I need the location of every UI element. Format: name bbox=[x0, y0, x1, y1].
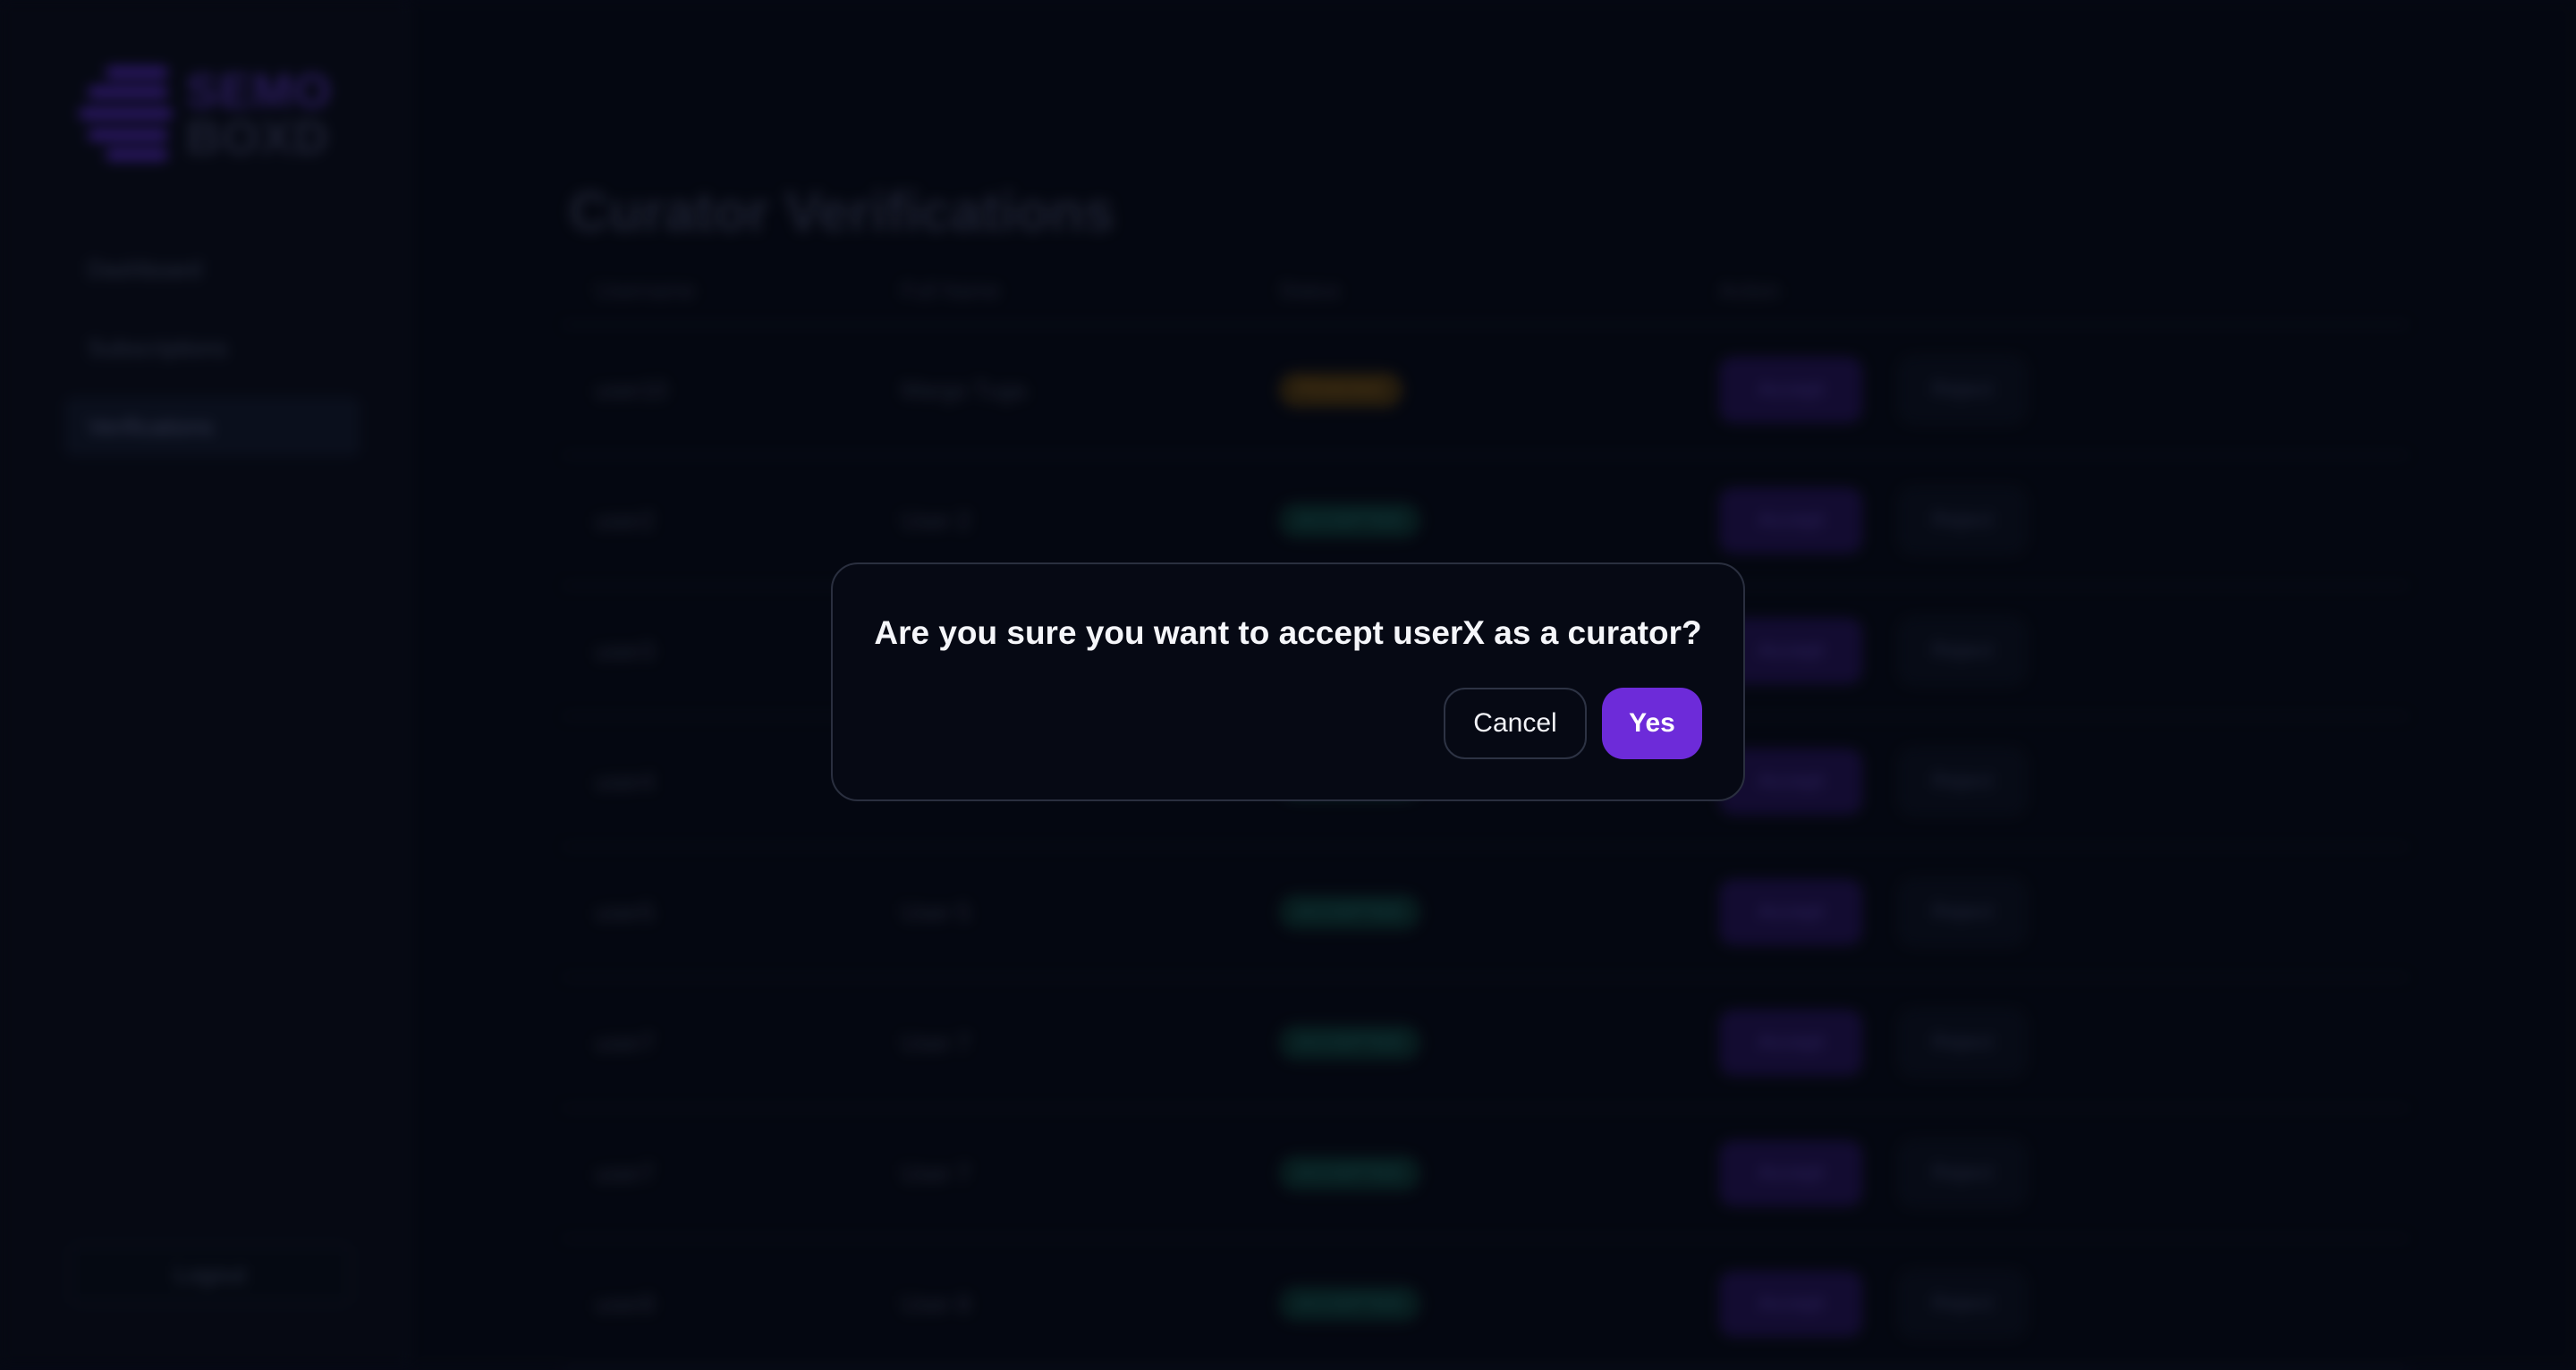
cancel-button[interactable]: Cancel bbox=[1444, 688, 1587, 759]
yes-button[interactable]: Yes bbox=[1602, 688, 1702, 759]
confirm-dialog: Are you sure you want to accept userX as… bbox=[831, 562, 1745, 801]
dialog-question: Are you sure you want to accept userX as… bbox=[874, 614, 1702, 651]
